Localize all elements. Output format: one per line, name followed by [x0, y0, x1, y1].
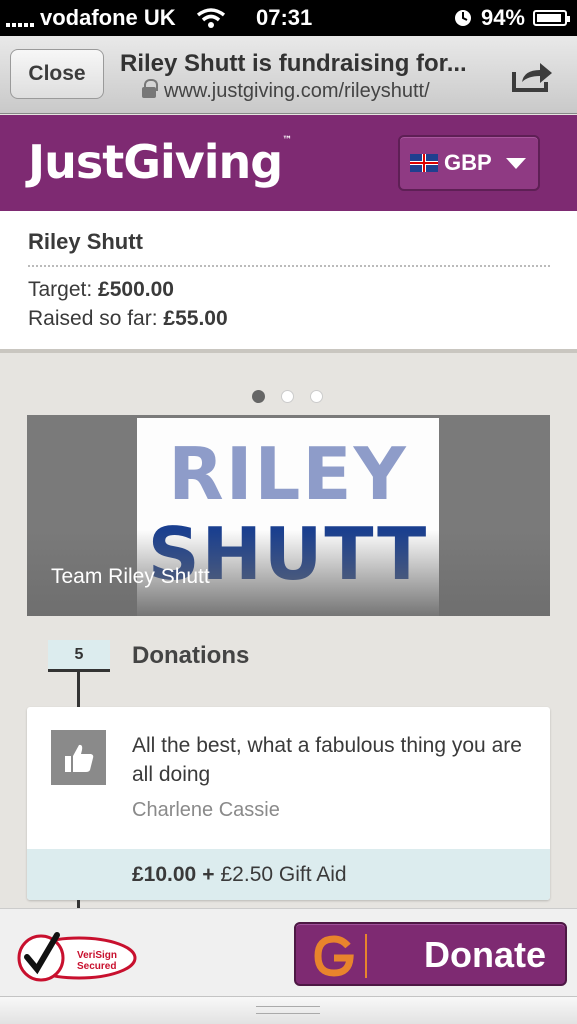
- chevron-down-icon: [505, 157, 526, 169]
- battery-group: 94%: [453, 5, 570, 31]
- carrier-label: vodafone UK: [40, 5, 176, 30]
- raised-label: Raised so far:: [28, 307, 158, 330]
- image-text-line1: RILEY: [168, 432, 408, 516]
- carousel-dot[interactable]: [252, 390, 265, 403]
- logo-trademark: ™: [282, 135, 292, 146]
- signal-icon: [6, 9, 34, 27]
- target-amount: Target: £500.00: [28, 278, 174, 302]
- close-button[interactable]: Close: [10, 49, 104, 99]
- share-icon[interactable]: [510, 58, 554, 94]
- verisign-secured-badge: VeriSign Secured: [17, 932, 137, 982]
- fundraiser-name: Riley Shutt: [28, 229, 143, 254]
- image-caption: Team Riley Shutt: [51, 565, 210, 588]
- carousel-image[interactable]: RILEY SHUTT Team Riley Shutt: [27, 415, 550, 616]
- alarm-icon: [454, 10, 471, 26]
- url-display[interactable]: www.justgiving.com/rileyshutt/: [142, 78, 430, 103]
- justgiving-logo[interactable]: JustGiving™: [28, 135, 292, 189]
- browser-toolbar[interactable]: [0, 996, 577, 1024]
- fundraiser-info: Riley Shutt Target: £500.00 Raised so fa…: [0, 211, 577, 353]
- browser-bar: Close Riley Shutt is fundraising for... …: [0, 36, 577, 114]
- svg-text:Secured: Secured: [77, 961, 116, 972]
- donations-heading: Donations: [132, 642, 250, 669]
- donation-count-badge: 5: [48, 640, 110, 672]
- lock-icon: [142, 78, 158, 99]
- donation-value: £10.00: [132, 862, 197, 886]
- battery-icon: [533, 10, 570, 26]
- battery-fill: [537, 14, 562, 22]
- donate-label: Donate: [424, 934, 547, 975]
- carrier-group: vodafone UK: [6, 5, 226, 31]
- donate-footer: VeriSign Secured Donate: [0, 908, 577, 996]
- plus-sign: +: [202, 862, 215, 886]
- svg-text:VeriSign: VeriSign: [77, 950, 117, 961]
- gift-aid-value: £2.50 Gift Aid: [220, 862, 347, 886]
- donate-button[interactable]: Donate: [294, 922, 567, 986]
- carousel-dot[interactable]: [310, 390, 323, 403]
- target-label: Target:: [28, 278, 93, 301]
- target-value: £500.00: [98, 278, 174, 301]
- raised-amount: Raised so far: £55.00: [28, 307, 228, 331]
- logo-text: JustGiving: [28, 135, 283, 189]
- donation-amount: £10.00 + £2.50 Gift Aid: [27, 849, 550, 900]
- grip-handle-icon[interactable]: [256, 1006, 320, 1014]
- g-logo-icon: [314, 935, 354, 977]
- page-title: Riley Shutt is fundraising for...: [120, 50, 467, 77]
- url-text: www.justgiving.com/rileyshutt/: [164, 80, 430, 102]
- carousel-dot[interactable]: [281, 390, 294, 403]
- thumbs-up-icon: [51, 730, 106, 785]
- button-separator: [365, 934, 367, 978]
- currency-label: GBP: [444, 150, 492, 175]
- uk-flag-icon: [410, 154, 438, 172]
- timeline-connector: [77, 672, 80, 708]
- donation-message: All the best, what a fabulous thing you …: [132, 734, 522, 786]
- status-bar: vodafone UK 07:31 94%: [0, 0, 577, 36]
- donation-item: All the best, what a fabulous thing you …: [27, 707, 550, 900]
- clock: 07:31: [256, 5, 313, 30]
- battery-percent: 94%: [480, 5, 525, 30]
- site-header: JustGiving™ GBP: [0, 115, 577, 211]
- currency-selector[interactable]: GBP: [398, 135, 540, 191]
- divider: [28, 265, 550, 267]
- wifi-icon: [196, 8, 225, 28]
- donor-name: Charlene Cassie: [132, 799, 280, 821]
- carousel-indicator[interactable]: [252, 390, 323, 403]
- raised-value: £55.00: [163, 307, 228, 330]
